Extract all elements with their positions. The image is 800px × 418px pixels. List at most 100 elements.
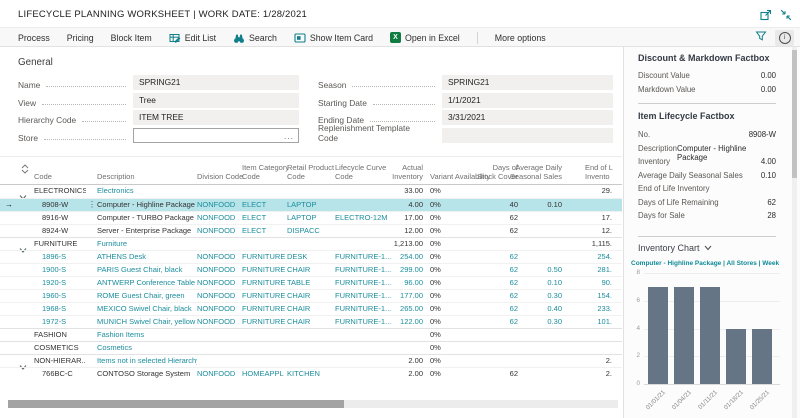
hierarchy-code-value: ITEM TREE <box>139 112 184 122</box>
hierarchy-code-field-label: Hierarchy Code <box>18 110 130 125</box>
table-row[interactable]: 8924-WServer - Enterprise PackageNONFOOD… <box>0 224 622 237</box>
more-options-button[interactable]: More options <box>495 33 546 43</box>
table-row[interactable]: 766BC-CCONTOSO Storage SystemNONFOODHOME… <box>0 367 622 380</box>
table-row[interactable]: 1896-SATHENS DeskNONFOODFURNITUREDESKFUR… <box>0 250 622 263</box>
name-input[interactable]: SPRING21 <box>133 75 299 90</box>
open-in-new-window-icon[interactable] <box>760 8 772 20</box>
cell-desc[interactable]: CONTOSO Storage System <box>97 368 197 381</box>
factbox-label: Average Daily Seasonal Sales <box>638 171 743 183</box>
table-row[interactable]: 8916-WComputer - TURBO PackageNONFOODELE… <box>0 211 622 224</box>
cell-days[interactable]: 62 <box>474 368 518 381</box>
toolbar-separator <box>477 32 478 44</box>
pricing-button[interactable]: Pricing <box>67 33 94 43</box>
edit-list-label: Edit List <box>185 33 216 43</box>
season-value: SPRING21 <box>448 77 489 87</box>
factbox-label: Inventory <box>638 157 670 169</box>
panel-scrollbar[interactable] <box>792 47 797 418</box>
cell-eol[interactable]: 2. <box>566 368 612 381</box>
column-header-actual[interactable]: ActualInventory <box>378 163 423 181</box>
cell-code[interactable]: ELECTRONICS <box>34 185 86 198</box>
column-header-line: Code <box>287 172 337 181</box>
cell-division[interactable]: NONFOOD <box>197 368 241 381</box>
cell-desc[interactable]: Electronics <box>97 185 197 198</box>
column-header-avg[interactable]: Average DailySeasonal Sales <box>505 163 562 181</box>
factbox-value: 0.00 <box>761 71 776 83</box>
column-header-eol[interactable]: End of LInvento <box>585 163 622 181</box>
starting-date-input[interactable]: 1/1/2021 <box>442 93 613 108</box>
search-button[interactable]: Search <box>233 32 277 44</box>
item-row-average-daily-seasonal-sales: Average Daily Seasonal Sales0.10 <box>638 171 776 183</box>
chart-y-tick: 0 <box>626 380 640 388</box>
table-row[interactable]: 1972-SMUNICH Swivel Chair, yellowNONFOOD… <box>0 315 622 328</box>
selected-row-arrow: → <box>5 199 13 211</box>
divider <box>638 236 776 237</box>
divider <box>638 103 776 104</box>
table-row[interactable]: 1968-SMEXICO Swivel Chair, blackNONFOODF… <box>0 302 622 315</box>
store-input[interactable]: ... <box>133 128 299 143</box>
factbox-label: Markdown Value <box>638 85 696 97</box>
action-toolbar: Process Pricing Block Item Edit List Search S… <box>0 27 800 47</box>
column-header-category[interactable]: Item CategoryCode <box>242 163 288 181</box>
column-header-code[interactable]: Code <box>34 172 92 181</box>
column-header-retail[interactable]: Retail ProductCode <box>287 163 337 181</box>
horizontal-scrollbar-thumb[interactable] <box>8 400 344 408</box>
cell-variant[interactable]: 0% <box>430 185 472 198</box>
cell-eol[interactable]: 29. <box>566 185 612 198</box>
factbox-value: 0.00 <box>761 85 776 97</box>
show-item-card-button[interactable]: Show Item Card <box>294 32 373 44</box>
cell-actual[interactable]: 33.00 <box>378 185 423 198</box>
cell-variant[interactable]: 0% <box>430 368 472 381</box>
row-options-icon[interactable]: ⋮ <box>88 199 96 211</box>
filter-icon[interactable] <box>755 29 767 47</box>
table-row[interactable]: ELECTRONICS Electronics 33.00 0% 29. <box>0 185 622 198</box>
field-label: Hierarchy Code <box>18 115 76 125</box>
assist-edit-button[interactable]: ... <box>284 129 294 144</box>
dotted-leader <box>44 139 126 140</box>
dotted-leader <box>46 86 126 87</box>
panel-scrollbar-thumb[interactable] <box>792 50 797 178</box>
open-in-excel-button[interactable]: XOpen in Excel <box>390 32 460 43</box>
cell-retail[interactable]: KITCHEN <box>287 368 333 381</box>
table-row[interactable]: 1960-SROME Guest Chair, greenNONFOODFURN… <box>0 289 622 302</box>
view-input[interactable]: Tree <box>133 93 299 108</box>
replenishment-template-code-input[interactable] <box>442 128 613 143</box>
store-field-label: Store <box>18 128 130 143</box>
toolbar-buttons: Process Pricing Block Item Edit List Search S… <box>18 28 546 47</box>
edit-list-button[interactable]: Edit List <box>169 32 216 44</box>
item-row-no-: No.8908-W <box>638 130 776 142</box>
process-button[interactable]: Process <box>18 33 50 43</box>
cell-actual[interactable]: 2.00 <box>378 368 423 381</box>
chart-y-tick: 4 <box>626 325 640 333</box>
ending-date-value: 3/31/2021 <box>448 112 485 122</box>
season-input[interactable]: SPRING21 <box>442 75 613 90</box>
table-row[interactable]: 1900-SPARIS Guest Chair, blackNONFOODFUR… <box>0 263 622 276</box>
hierarchy-code-input[interactable]: ITEM TREE <box>133 110 299 125</box>
field-label: Season <box>318 80 346 90</box>
column-header-desc[interactable]: Description <box>97 172 182 181</box>
expand-collapse-all-icon[interactable] <box>21 161 29 179</box>
cell-category[interactable]: HOMEAPPL <box>242 368 286 381</box>
table-row[interactable]: FURNITUREFurniture1,213.000%1,115. <box>0 237 622 250</box>
table-row[interactable]: NON-HIERAR...Items not in selected Hiera… <box>0 354 622 367</box>
discount-row-markdown-value: Markdown Value 0.00 <box>638 85 776 97</box>
column-header-line: Code <box>242 172 288 181</box>
factbox-label: Days for Sale <box>638 211 685 223</box>
season-field-label: Season <box>318 75 439 90</box>
ending-date-input[interactable]: 3/31/2021 <box>442 110 613 125</box>
block-item-button[interactable]: Block Item <box>111 33 152 43</box>
table-row[interactable]: 1920-SANTWERP Conference TableNONFOODFUR… <box>0 276 622 289</box>
starting-date-field-label: Starting Date <box>318 93 439 108</box>
inventory-chart-section[interactable]: Inventory Chart <box>638 243 712 253</box>
horizontal-scrollbar[interactable] <box>8 400 618 408</box>
table-row[interactable]: →8908-WComputer - Highline PackageNONFOO… <box>0 198 622 211</box>
table-row[interactable]: FASHIONFashion Items0% <box>0 328 622 341</box>
item-row-description: DescriptionComputer - Highline Package <box>638 144 776 156</box>
lifecycle-planning-worksheet-page: LIFECYCLE PLANNING WORKSHEET | WORK DATE… <box>0 0 800 418</box>
factbox-value: 28 <box>767 211 776 223</box>
table-header-row: CodeDescriptionDivision CodeItem Categor… <box>0 156 622 185</box>
factbox-info-toggle[interactable]: i <box>775 30 794 46</box>
cell-code[interactable]: 766BC-C <box>42 368 94 381</box>
item-row-days-of-life-remaining: Days of Life Remaining62 <box>638 198 776 210</box>
collapse-window-icon[interactable] <box>780 8 792 20</box>
table-row[interactable]: COSMETICSCosmetics0% <box>0 341 622 354</box>
